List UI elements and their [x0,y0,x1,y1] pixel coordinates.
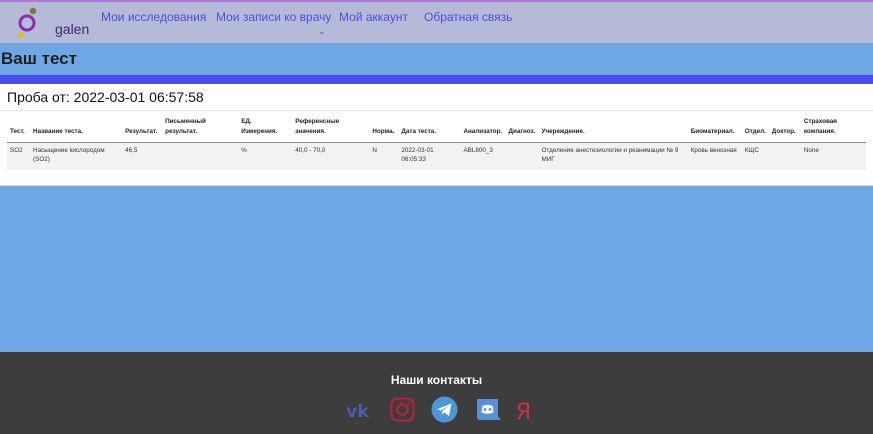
accent-bar [0,75,873,84]
table-row: SO2 Насыщение кислородом (SO2) 46,5 % 40… [7,142,866,170]
nav-my-appointments[interactable]: Мои записи ко врачу [216,10,331,24]
table-header-row: Тест. Название теста. Результат. Письмен… [7,115,866,143]
sample-card: Проба от: 2022-03-01 06:57:58 Тест. Назв… [0,84,873,186]
table-cell: 2022-03-01 06:05:33 [398,142,461,170]
column-header: Страховая компания. [800,115,866,143]
yandex-icon[interactable]: Я [510,396,537,423]
column-header: Результат. [122,115,163,143]
discord-icon[interactable] [474,396,501,423]
table-cell: КЩС [741,142,769,170]
table-cell [768,142,801,170]
table-cell [505,142,539,170]
column-header: Учереждение. [538,115,688,143]
vk-icon[interactable]: vk [344,396,371,423]
column-header: Название теста. [30,115,123,143]
svg-text:vk: vk [346,402,369,422]
table-cell: 40,0 - 70,0 [292,142,370,170]
column-header: Доктор. [768,115,801,143]
column-header: Дата теста. [398,115,461,143]
card-divider [0,110,873,111]
table-cell: SO2 [7,142,31,170]
table-cell: ABL800_3 [460,142,506,170]
column-header: Референсные значения. [292,115,370,143]
logo-text: galen [55,21,90,37]
column-header: ЕД. Измерения. [238,115,293,143]
column-header: Анализатор. [460,115,506,143]
page-title: Ваш тест [1,49,77,68]
results-table: Тест. Название теста. Результат. Письмен… [7,115,866,170]
footer: Наши контакты vk Я [0,352,873,434]
table-cell: % [238,142,293,170]
footer-title: Наши контакты [390,373,483,387]
table-cell: None [800,142,866,170]
column-header: Письменный результат. [162,115,239,143]
instagram-icon[interactable] [389,396,416,423]
column-header: Отдел. [741,115,769,143]
column-header: Тест. [7,115,31,143]
table-cell: 46,5 [122,142,163,170]
dropdown-caret-icon[interactable]: ⌄ [318,26,326,37]
telegram-icon[interactable] [431,396,458,423]
top-navbar: galen Мои исследования Мои записи ко вра… [0,0,873,43]
svg-text:Я: Я [516,400,531,423]
table-cell: Кровь венозная [687,142,742,170]
nav-my-research[interactable]: Мои исследования [101,10,206,24]
sample-title: Проба от: 2022-03-01 06:57:58 [7,89,204,105]
table-cell: Насыщение кислородом (SO2) [30,142,123,170]
column-header: Диагноз. [505,115,539,143]
table-cell [162,142,239,170]
logo-mark-icon [18,7,37,38]
galen-logo[interactable]: galen [14,6,89,40]
column-header: Биоматериал. [687,115,742,143]
nav-feedback[interactable]: Обратная связь [424,10,512,24]
nav-my-account[interactable]: Мой аккаунт [339,10,408,24]
table-cell: N [369,142,399,170]
column-header: Норма. [369,115,399,143]
table-cell: Отделение анестезиологии и реанимации № … [538,142,688,170]
